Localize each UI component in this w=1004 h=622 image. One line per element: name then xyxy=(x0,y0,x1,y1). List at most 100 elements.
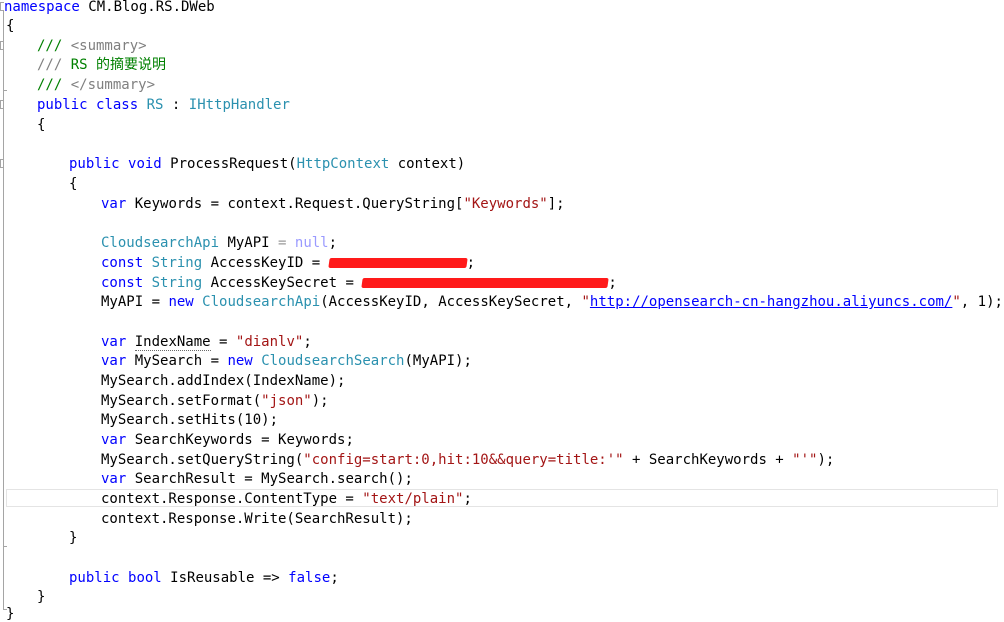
code-text: (AccessKeyID, AccessKeySecret, xyxy=(320,294,582,310)
collapse-toggle-summary[interactable] xyxy=(0,41,4,50)
doc-comment-text: RS 的摘要说明 xyxy=(70,57,167,73)
code-editor[interactable]: namespace CM.Blog.RS.DWeb { /// <summary… xyxy=(0,0,1004,622)
variable-name: AccessKeySecret = xyxy=(202,275,363,291)
code-line-2: { xyxy=(6,16,14,36)
type-name: CloudsearchApi xyxy=(202,294,321,310)
code-line-13: CloudsearchApi MyAPI = null; xyxy=(101,233,337,253)
code-line-32: } xyxy=(6,604,14,622)
colon: : xyxy=(163,97,189,113)
code-line-27: context.Response.Write(SearchResult); xyxy=(101,509,413,529)
code-text: + SearchKeywords + xyxy=(623,452,793,468)
variable-name: MyAPI xyxy=(219,235,279,251)
interface-name: IHttpHandler xyxy=(188,97,290,113)
code-line-20: MySearch.addIndex(IndexName); xyxy=(101,371,345,391)
string-literal: "'" xyxy=(792,452,818,468)
variable-name: AccessKeyID = xyxy=(202,255,329,271)
code-text: MySearch.setHits(10); xyxy=(101,412,279,428)
redaction-mark xyxy=(361,278,610,288)
outline-end-method xyxy=(3,546,7,547)
collapse-toggle-class[interactable] xyxy=(0,100,4,109)
code-text: context.Response.Write(SearchResult); xyxy=(101,511,413,527)
keyword-const: const xyxy=(101,275,144,291)
param-name: context) xyxy=(389,156,466,172)
keyword-var: var xyxy=(101,432,127,448)
string-literal: "json" xyxy=(261,393,312,409)
namespace-name: CM.Blog.RS.DWeb xyxy=(79,0,215,15)
code-line-24: MySearch.setQueryString("config=start:0,… xyxy=(101,450,834,470)
code-line-25: var SearchResult = MySearch.search(); xyxy=(101,469,413,489)
code-text: SearchKeywords = Keywords; xyxy=(126,432,354,448)
code-line-3: /// <summary> xyxy=(37,36,147,56)
code-line-5: /// </summary> xyxy=(37,75,155,95)
code-line-14: const String AccessKeyID = ; xyxy=(101,253,475,273)
doc-comment-slashes: /// xyxy=(37,57,71,73)
redaction-mark xyxy=(327,258,468,268)
brace-open: { xyxy=(6,18,15,34)
code-line-6: public class RS : IHttpHandler xyxy=(37,95,290,115)
type-name: CloudsearchSearch xyxy=(261,353,405,369)
collapse-toggle-method[interactable] xyxy=(0,159,4,168)
semicolon: ; xyxy=(303,334,312,350)
code-text: MySearch.setQueryString( xyxy=(101,452,304,468)
keyword-public: public xyxy=(69,570,120,586)
doc-comment-tag: <summary> xyxy=(70,38,147,54)
keyword-var: var xyxy=(101,334,127,350)
semicolon: ; xyxy=(330,570,339,586)
type-name: String xyxy=(151,275,203,291)
keyword-new: new xyxy=(227,353,253,369)
keyword-false: false xyxy=(288,570,331,586)
code-line-10: { xyxy=(69,174,77,194)
code-line-26: context.Response.ContentType = "text/pla… xyxy=(101,489,472,509)
code-text: (MyAPI); xyxy=(404,353,472,369)
code-line-7: { xyxy=(37,115,45,135)
brace-open: { xyxy=(37,117,46,133)
brace-close: } xyxy=(6,606,15,622)
keyword-bool: bool xyxy=(128,570,162,586)
assign-op: = xyxy=(278,235,295,251)
code-line-30: public bool IsReusable => false; xyxy=(69,568,339,588)
keyword-namespace: namespace xyxy=(4,0,80,15)
keyword-public: public xyxy=(37,97,88,113)
string-literal: "text/plain" xyxy=(362,491,464,507)
string-quote: " xyxy=(952,294,961,310)
code-text: context.Response.ContentType = xyxy=(101,491,363,507)
code-line-31: } xyxy=(37,587,45,607)
code-text: ); xyxy=(817,452,835,468)
code-text: MyAPI = xyxy=(101,294,169,310)
keyword-null: null xyxy=(294,235,329,251)
code-text: MySearch.addIndex(IndexName); xyxy=(101,373,346,389)
code-line-19: var MySearch = new CloudsearchSearch(MyA… xyxy=(101,351,472,371)
code-line-23: var SearchKeywords = Keywords; xyxy=(101,430,354,450)
keyword-public: public xyxy=(69,156,120,172)
code-text: SearchResult = MySearch.search(); xyxy=(126,471,413,487)
code-text: , 1); xyxy=(960,294,1003,310)
code-text: MySearch.setFormat( xyxy=(101,393,262,409)
code-line-15: const String AccessKeySecret = ; xyxy=(101,273,617,293)
code-line-21: MySearch.setFormat("json"); xyxy=(101,391,329,411)
string-literal: "config=start:0,hit:10&&query=title:'" xyxy=(303,452,624,468)
keyword-new: new xyxy=(168,294,194,310)
string-literal: "Keywords" xyxy=(463,196,548,212)
url-link[interactable]: http://opensearch-cn-hangzhou.aliyuncs.c… xyxy=(590,294,952,310)
type-name: CloudsearchApi xyxy=(101,235,220,251)
variable-name: IndexName xyxy=(134,334,211,351)
code-line-22: MySearch.setHits(10); xyxy=(101,410,278,430)
assign-op: = xyxy=(210,334,236,350)
code-line-11: var Keywords = context.Request.QueryStri… xyxy=(101,194,565,214)
keyword-void: void xyxy=(128,156,162,172)
semicolon: ; xyxy=(463,491,472,507)
brace-close: } xyxy=(69,530,78,546)
outline-end-summary xyxy=(3,90,7,91)
doc-comment-slashes: /// xyxy=(37,77,71,93)
code-text: Keywords = context.Request.QueryString[ xyxy=(126,196,464,212)
string-literal: "dianlv" xyxy=(235,334,304,350)
keyword-var: var xyxy=(101,196,127,212)
code-line-1: namespace CM.Blog.RS.DWeb xyxy=(4,0,215,17)
type-name: String xyxy=(151,255,203,271)
doc-comment-slashes: /// xyxy=(37,38,71,54)
semicolon: ; xyxy=(608,275,617,291)
keyword-var: var xyxy=(101,471,127,487)
code-text: ]; xyxy=(547,196,565,212)
method-name: ProcessRequest( xyxy=(161,156,297,172)
